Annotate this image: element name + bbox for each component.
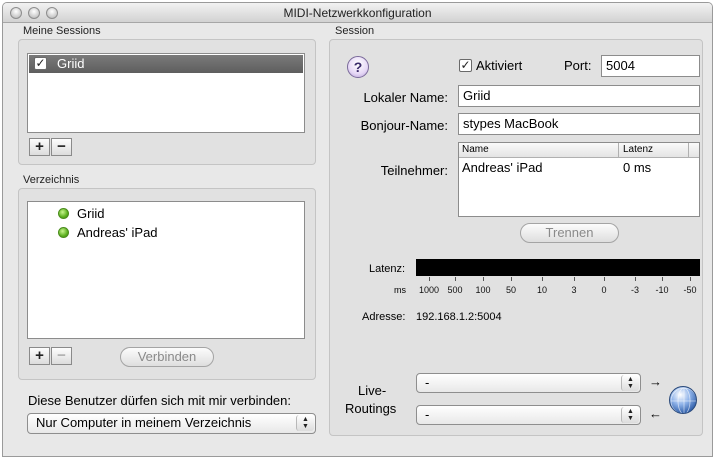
activated-checkbox[interactable]: ✓ xyxy=(459,59,472,72)
directory-item[interactable]: Andreas' iPad xyxy=(28,224,304,242)
permission-selected: Nur Computer in meinem Verzeichnis xyxy=(36,415,252,430)
popup-arrows-icon: ▲ ▼ xyxy=(621,407,639,423)
routing-out-popup[interactable]: - ▲ ▼ xyxy=(416,405,641,425)
latency-tick: 100 xyxy=(475,285,491,295)
bonjour-name-label: Bonjour-Name: xyxy=(360,118,448,133)
latency-tick: 50 xyxy=(505,285,517,295)
arrow-left-icon: ← xyxy=(649,406,662,421)
port-field[interactable]: 5004 xyxy=(601,55,700,77)
directory-item[interactable]: Griid xyxy=(28,205,304,223)
address-label: Adresse: xyxy=(362,311,406,323)
live-routings-label-line1: Live- xyxy=(358,383,387,398)
routing-in-value: - xyxy=(425,375,430,390)
sessions-heading: Meine Sessions xyxy=(23,25,101,37)
sessions-list[interactable]: ✓ Griid xyxy=(27,53,305,133)
column-name[interactable]: Name xyxy=(462,144,489,155)
session-row-selected[interactable]: ✓ Griid xyxy=(29,55,303,73)
participant-latency: 0 ms xyxy=(623,160,652,175)
live-routings-label-line2: Routings xyxy=(345,401,397,416)
help-button[interactable]: ? xyxy=(347,56,369,78)
latency-tickmarks xyxy=(416,277,700,281)
session-enabled-checkbox[interactable]: ✓ xyxy=(34,57,47,70)
latency-meter xyxy=(416,259,700,276)
check-icon: ✓ xyxy=(35,56,46,70)
window-title: MIDI-Netzwerkkonfiguration xyxy=(283,6,432,20)
permission-label: Diese Benutzer dürfen sich mit mir verbi… xyxy=(28,393,292,408)
online-status-icon xyxy=(58,208,69,219)
permission-popup[interactable]: Nur Computer in meinem Verzeichnis ▲ ▼ xyxy=(27,413,316,434)
add-directory-button[interactable]: + xyxy=(29,347,50,365)
table-row[interactable]: Andreas' iPad 0 ms xyxy=(459,159,699,177)
directory-item-name: Griid xyxy=(77,206,105,221)
remove-directory-button[interactable]: − xyxy=(51,347,72,365)
routing-in-popup[interactable]: - ▲ ▼ xyxy=(416,373,641,393)
local-name-label: Lokaler Name: xyxy=(363,90,448,105)
latency-tick: 500 xyxy=(447,285,463,295)
local-name-field[interactable]: Griid xyxy=(458,85,700,107)
address-value: 192.168.1.2:5004 xyxy=(416,311,502,323)
latency-tick: -10 xyxy=(655,285,669,295)
title-bar: MIDI-Netzwerkkonfiguration xyxy=(3,3,712,23)
routing-out-value: - xyxy=(425,407,430,422)
latency-tick: -50 xyxy=(683,285,697,295)
latency-tick: 0 xyxy=(601,285,607,295)
directory-heading: Verzeichnis xyxy=(23,174,80,186)
network-globe-icon xyxy=(669,386,697,414)
online-status-icon xyxy=(58,227,69,238)
directory-list[interactable]: Griid Andreas' iPad xyxy=(27,201,305,339)
popup-arrows-icon: ▲ ▼ xyxy=(296,415,314,431)
session-name: Griid xyxy=(57,56,85,71)
session-heading: Session xyxy=(335,25,375,37)
port-label: Port: xyxy=(564,58,592,73)
popup-arrows-icon: ▲ ▼ xyxy=(621,375,639,391)
session-group: ? ✓ Aktiviert Port: 5004 Lokaler Name: G… xyxy=(329,39,703,436)
latency-tick: 3 xyxy=(571,285,577,295)
latency-tick: -3 xyxy=(630,285,640,295)
latency-unit: ms xyxy=(394,285,406,295)
directory-group: Griid Andreas' iPad + − Verbinden xyxy=(18,188,316,380)
latency-tick: 10 xyxy=(536,285,548,295)
check-icon: ✓ xyxy=(460,58,471,72)
midi-network-window: MIDI-Netzwerkkonfiguration Meine Session… xyxy=(2,2,713,457)
column-latency[interactable]: Latenz xyxy=(623,144,653,155)
add-session-button[interactable]: + xyxy=(29,138,50,156)
latency-tick: 1000 xyxy=(418,285,440,295)
latency-scale: 1000 500 100 50 10 3 0 -3 -10 -50 xyxy=(416,285,700,297)
arrow-right-icon: → xyxy=(649,374,662,389)
sessions-group: ✓ Griid + − xyxy=(18,39,316,165)
disconnect-button[interactable]: Trennen xyxy=(520,223,619,243)
activated-label: Aktiviert xyxy=(476,58,523,73)
participants-header: Name Latenz xyxy=(459,143,699,158)
latency-label: Latenz: xyxy=(369,263,406,275)
bonjour-name-field[interactable]: stypes MacBook xyxy=(458,113,700,135)
remove-session-button[interactable]: − xyxy=(51,138,72,156)
connect-button[interactable]: Verbinden xyxy=(120,347,214,367)
participant-name: Andreas' iPad xyxy=(462,160,543,175)
participants-table[interactable]: Name Latenz Andreas' iPad 0 ms xyxy=(458,142,700,217)
participants-label: Teilnehmer: xyxy=(380,163,448,178)
directory-item-name: Andreas' iPad xyxy=(77,225,158,240)
